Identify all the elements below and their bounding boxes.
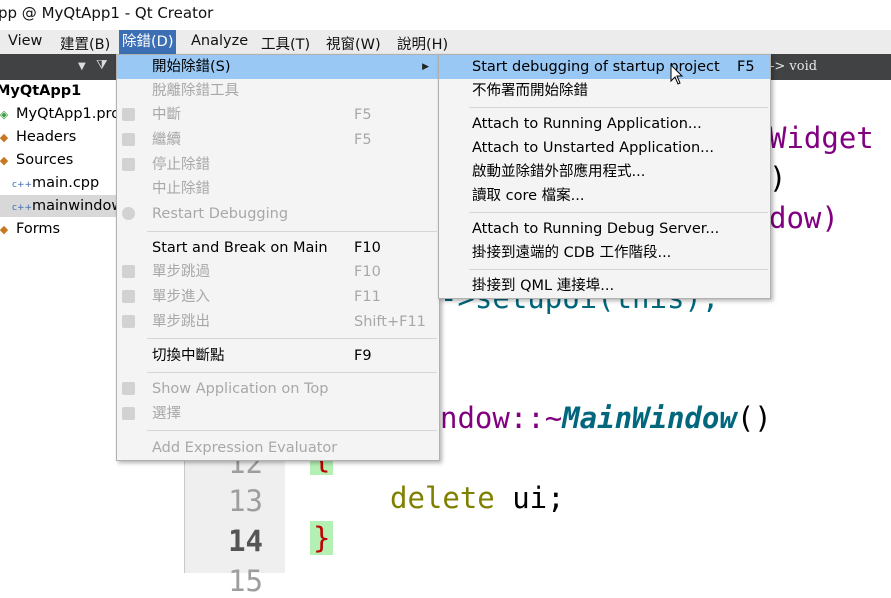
symbol-selector[interactable]: -> void: [770, 59, 817, 74]
pro-file-icon: ◈: [0, 108, 9, 121]
tree-item-project[interactable]: MyQtApp1: [0, 80, 81, 102]
matching-brace: }: [310, 521, 334, 555]
menu-item-start-and-break-on-main[interactable]: Start and Break on Main F10: [117, 236, 439, 260]
menu-item-add-expression-evaluator[interactable]: Add Expression Evaluator: [117, 436, 439, 460]
menu-item-interrupt[interactable]: 中斷 F5: [117, 103, 439, 127]
menu-item-abort-debugging[interactable]: 中止除錯: [117, 177, 439, 201]
menu-item-step-out[interactable]: 單步跳出 Shift+F11: [117, 310, 439, 334]
menu-item-attach-debug-server[interactable]: Attach to Running Debug Server...: [439, 217, 770, 241]
code-token: Widget: [769, 121, 874, 155]
select-icon: [122, 407, 135, 420]
menu-build[interactable]: 建置(B): [60, 33, 110, 54]
code-line-delete: delete ui;: [390, 481, 565, 515]
code-token: MainWindow: [562, 401, 737, 435]
menu-item-attach-unstarted-app[interactable]: Attach to Unstarted Application...: [439, 136, 770, 160]
debug-menu: 開始除錯(S) ▶ 脫離除錯工具 中斷 F5 繼續 F5 停止除錯 中止除錯 R…: [116, 54, 440, 461]
menu-help[interactable]: 說明(H): [397, 33, 448, 54]
menu-item-step-into[interactable]: 單步進入 F11: [117, 285, 439, 309]
code-token: delete: [390, 481, 495, 515]
menu-item-load-core-file[interactable]: 讀取 core 檔案...: [439, 184, 770, 208]
menu-item-show-application-on-top[interactable]: Show Application on Top: [117, 377, 439, 401]
tree-item-pro-file[interactable]: ◈ MyQtApp1.pro: [0, 103, 120, 125]
code-token: dow): [769, 201, 839, 235]
window-title: pp @ MyQtApp1 - Qt Creator: [0, 4, 214, 22]
stop-icon: [122, 158, 135, 171]
code-token: dow): [769, 201, 839, 235]
menu-window[interactable]: 視窗(W): [326, 33, 381, 54]
menu-item-continue[interactable]: 繼續 F5: [117, 128, 439, 152]
menu-item-step-over[interactable]: 單步跳過 F10: [117, 260, 439, 284]
menu-item-stop-debugging[interactable]: 停止除錯: [117, 153, 439, 177]
cpp-file-icon: c++: [12, 180, 33, 190]
step-over-icon: [122, 265, 135, 278]
folder-icon: ◆: [0, 154, 9, 167]
menu-view[interactable]: View: [8, 33, 42, 49]
menu-bar: View 建置(B) 除錯(D) Analyze 工具(T) 視窗(W) 說明(…: [0, 30, 891, 54]
menu-item-start-external-app[interactable]: 啟動並除錯外部應用程式...: [439, 160, 770, 184]
chevron-down-icon[interactable]: ▼: [78, 61, 86, 72]
menu-item-detach-debugger[interactable]: 脫離除錯工具: [117, 79, 439, 103]
menu-separator: [147, 430, 437, 431]
code-line-destructor: ndow::~MainWindow(): [440, 401, 772, 435]
menu-item-attach-running-app[interactable]: Attach to Running Application...: [439, 112, 770, 136]
menu-separator: [469, 107, 768, 108]
folder-icon: ◆: [0, 131, 9, 144]
folder-icon: ◆: [0, 223, 9, 236]
mouse-cursor-icon: [670, 64, 684, 85]
step-into-icon: [122, 290, 135, 303]
code-token: (): [736, 401, 772, 435]
menu-separator: [147, 372, 437, 373]
menu-item-start-debugging[interactable]: 開始除錯(S) ▶: [117, 55, 439, 79]
cpp-file-icon: c++: [12, 203, 33, 213]
line-number: 14: [228, 524, 263, 558]
submenu-arrow-icon: ▶: [422, 62, 429, 72]
menu-item-start-startup-project[interactable]: Start debugging of startup project F5: [439, 55, 770, 79]
continue-icon: [122, 133, 135, 146]
menu-item-start-without-deploy[interactable]: 不佈署而開始除錯: [439, 79, 770, 103]
menu-item-toggle-breakpoint[interactable]: 切換中斷點 F9: [117, 344, 439, 368]
code-token: ): [769, 161, 787, 195]
pause-icon: [122, 108, 135, 121]
tree-item-sources[interactable]: ◆ Sources: [0, 149, 73, 171]
step-out-icon: [122, 315, 135, 328]
tree-item-main-cpp[interactable]: c++main.cpp: [12, 172, 99, 194]
menu-tools[interactable]: 工具(T): [261, 33, 310, 54]
menu-item-attach-remote-cdb[interactable]: 掛接到遠端的 CDB 工作階段...: [439, 241, 770, 265]
menu-item-attach-qml-port[interactable]: 掛接到 QML 連接埠...: [439, 274, 770, 298]
restart-icon: [122, 207, 135, 220]
line-number: 15: [228, 564, 263, 598]
menu-item-select[interactable]: 選擇: [117, 402, 439, 426]
menu-separator: [469, 269, 768, 270]
filter-icon[interactable]: ⧩: [96, 58, 108, 73]
line-number: 13: [228, 484, 263, 518]
start-debugging-submenu: Start debugging of startup project F5 不佈…: [438, 54, 771, 299]
code-token: ndow::~: [440, 401, 563, 435]
menu-debug[interactable]: 除錯(D): [119, 30, 177, 54]
menu-analyze[interactable]: Analyze: [191, 33, 248, 49]
tree-item-headers[interactable]: ◆ Headers: [0, 126, 76, 148]
tree-item-forms[interactable]: ◆ Forms: [0, 218, 60, 240]
menu-separator: [147, 338, 437, 339]
menu-item-restart-debugging[interactable]: Restart Debugging: [117, 202, 439, 226]
code-line-close-brace: }: [310, 521, 334, 555]
title-bar: pp @ MyQtApp1 - Qt Creator: [0, 0, 891, 30]
code-token: ui;: [494, 481, 565, 515]
menu-separator: [147, 231, 437, 232]
menu-separator: [469, 212, 768, 213]
window-icon: [122, 382, 135, 395]
